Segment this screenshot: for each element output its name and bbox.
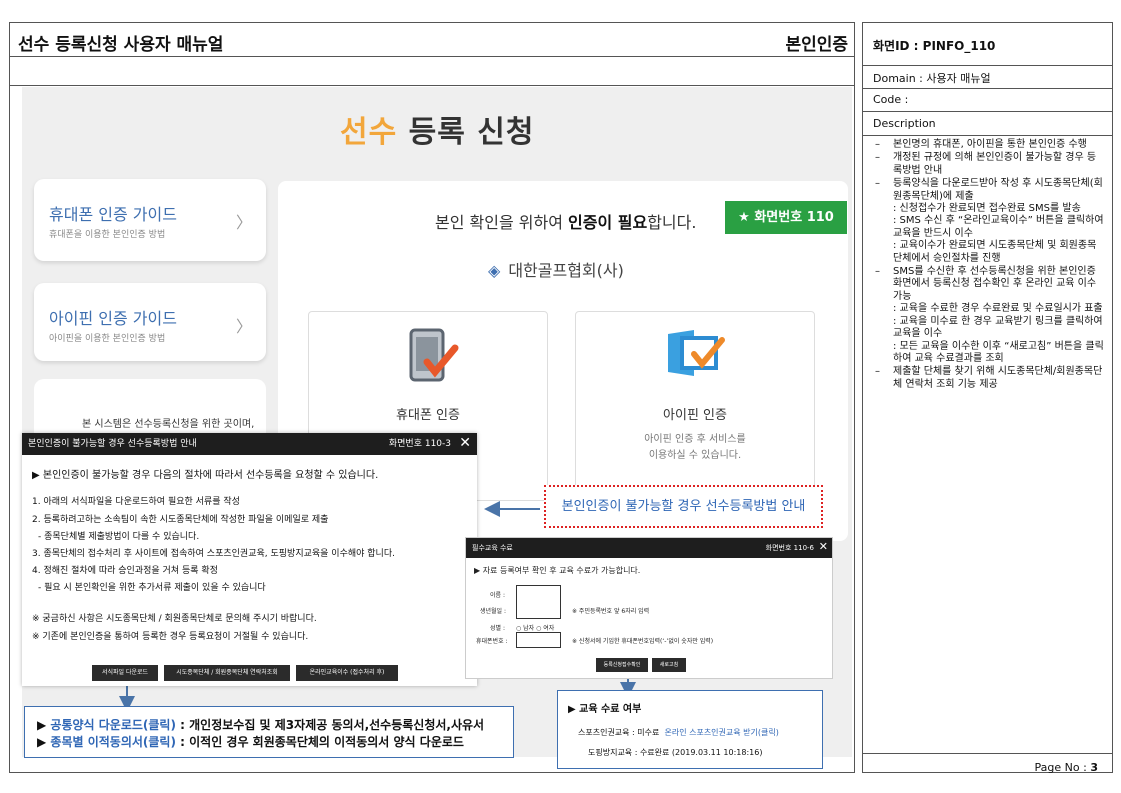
refresh-button[interactable]: 새로고침 [652,658,686,672]
description-item: 본인명의 휴대폰, 아이핀을 통한 본인인증 수행 [873,139,1105,152]
phone-label: 휴대폰번호 : [476,638,508,645]
description-item: 등록양식을 다운로드받아 작성 후 시도종목단체(회원종목단체)에 제출 : 신… [873,178,1105,265]
page-number: Page No : 3 [1034,761,1098,774]
registration-check-button[interactable]: 등록신청접수확인 [596,658,648,672]
birth-hint: ※ 주민등록번호 앞 6자리 입력 [572,608,650,615]
step-line: - 필요 시 본인확인을 위한 추가서류 제출이 있을 수 있습니다 [38,583,266,593]
popup-header: 본인인증이 불가능할 경우 선수등록방법 안내 화면번호 110-3 ✕ [22,433,477,455]
edu-status-title: ▶ 교육 수료 여부 [568,704,642,715]
popup-header: 필수교육 수료 화면번호 110-6 ✕ [466,538,832,558]
popup-intro: ▶ 본인인증이 불가능할 경우 다음의 절차에 따라서 선수등록을 요청할 수 … [32,470,379,481]
contact-lookup-button[interactable]: 시도종목단체 / 회원종목단체 연락처조회 [164,665,290,681]
doping-edu-row: 도핑방지교육 : 수료완료 (2019.03.11 10:18:16) [588,748,763,757]
gender-label: 성별 : [490,625,505,632]
step-line: 4. 정해진 절차에 따라 승인과정을 거쳐 등록 확정 [32,566,218,576]
sports-edu-row: 스포츠인권교육 : 미수료 온라인 스포츠인권교육 받기(클릭) [578,728,779,737]
code-row: Code : [863,89,1112,112]
download-links-box: ▶ 공통양식 다운로드(클릭) : 개인정보수집 및 제3자제공 동의서,선수등… [24,706,514,758]
education-status-box: ▶ 교육 수료 여부 스포츠인권교육 : 미수료 온라인 스포츠인권교육 받기(… [557,690,823,769]
common-form-row: ▶ 공통양식 다운로드(클릭) : 개인정보수집 및 제3자제공 동의서,선수등… [37,718,485,732]
transfer-form-link[interactable]: 종목별 이적동의서(클릭) [50,735,176,749]
close-icon[interactable]: ✕ [459,432,471,454]
birth-label: 생년월일 : [480,608,507,615]
step-line: - 종목단체별 제출방법이 다를 수 있습니다. [38,532,200,542]
name-label: 이름 : [490,592,505,599]
description-item: SMS를 수신한 후 선수등록신청을 위한 본인인증 화면에서 등록신청 접수확… [873,266,1105,365]
screen-id: 화면ID : PINFO_110 [863,23,1112,66]
phone-hint: ※ 신청서에 기입한 휴대폰번호입력(‘-’없이 숫자만 입력) [572,638,714,645]
name-birth-input[interactable] [516,585,561,619]
phone-input[interactable] [516,632,561,648]
description-item: 개정된 규정에 의해 본인인증이 불가능할 경우 등록방법 안내 [873,152,1105,177]
close-icon[interactable]: ✕ [819,537,828,557]
popup-intro: ▶ 자료 등록여부 확인 후 교육 수료가 가능합니다. [474,566,641,575]
spec-sidebar: 화면ID : PINFO_110 Domain : 사용자 매뉴얼 Code :… [862,22,1113,774]
note-line: ※ 궁금하신 사항은 시도종목단체 / 회원종목단체로 문의해 주시기 바랍니다… [32,614,317,624]
transfer-form-row: ▶ 종목별 이적동의서(클릭) : 이적인 경우 회원종목단체의 이적동의서 양… [37,735,464,749]
domain-row: Domain : 사용자 매뉴얼 [863,66,1112,89]
common-form-link[interactable]: 공통양식 다운로드(클릭) [50,718,176,732]
education-popup: 필수교육 수료 화면번호 110-6 ✕ ▶ 자료 등록여부 확인 후 교육 수… [465,537,833,679]
description-list: 본인명의 휴대폰, 아이핀을 통한 본인인증 수행 개정된 규정에 의해 본인인… [873,139,1105,392]
description-item: 제출할 단체를 찾기 위해 시도종목단체/회원종목단체 연락처 조회 기능 제공 [873,366,1105,391]
note-line: ※ 기존에 본인인증을 통하여 등록한 경우 등록요청이 거절될 수 있습니다. [32,632,309,642]
sports-edu-link[interactable]: 온라인 스포츠인권교육 받기(클릭) [664,728,778,737]
form-download-button[interactable]: 서식파일 다운로드 [92,665,158,681]
online-education-button[interactable]: 온라인교육이수 (접수처리 후) [296,665,398,681]
no-auth-popup: 본인인증이 불가능할 경우 선수등록방법 안내 화면번호 110-3 ✕ ▶ 본… [22,433,477,686]
step-line: 2. 등록하려고하는 소속팀이 속한 시도종목단체에 작성한 파일을 이메일로 … [32,515,329,525]
sidebar-footer-divider [863,753,1112,754]
step-line: 1. 아래의 서식파일을 다운로드하여 필요한 서류를 작성 [32,497,240,507]
description-label: Description [863,112,1112,136]
step-line: 3. 종목단체의 접수처리 후 사이트에 접속하여 스포츠인권교육, 도핑방지교… [32,549,395,559]
gender-radio[interactable]: ○ 남자 ○ 여자 [516,623,554,632]
